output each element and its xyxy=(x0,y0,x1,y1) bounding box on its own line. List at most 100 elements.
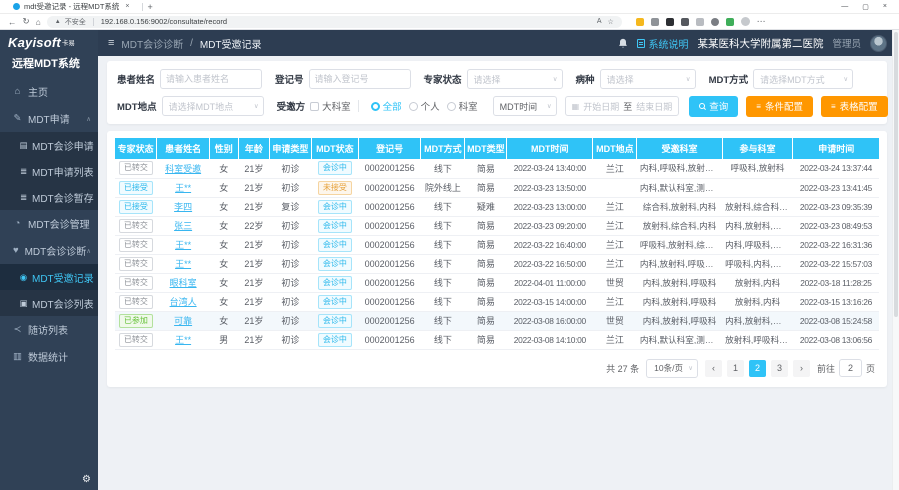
sidebar-subitem[interactable]: ▤MDT会诊申请 xyxy=(0,132,98,158)
new-tab-button[interactable]: + xyxy=(148,2,153,12)
sidebar-subitem[interactable]: ≣MDT申请列表 xyxy=(0,158,98,184)
tab-close-icon[interactable]: × xyxy=(125,3,129,10)
patient-name-link[interactable]: 王** xyxy=(175,335,191,345)
table-cell: 已转交 xyxy=(115,216,157,235)
table-cell: 0002001256 xyxy=(358,330,420,349)
mdt-location-select[interactable]: 请选择MDT地点 ∨ xyxy=(162,96,264,116)
patient-name-link[interactable]: 台湾人 xyxy=(170,297,197,307)
column-header: MDT方式 xyxy=(421,138,465,159)
extension-icon[interactable] xyxy=(636,18,644,26)
sidebar-item[interactable]: ✎MDT申请∧ xyxy=(0,105,98,132)
table-cell: 放射科,内科 xyxy=(722,273,793,292)
radio-all-label[interactable]: 全部 xyxy=(383,99,402,113)
page-button-3[interactable]: 3 xyxy=(771,360,788,377)
page-size-select[interactable]: 10条/页 ∨ xyxy=(646,359,698,378)
goto-page-input[interactable] xyxy=(839,359,862,377)
page-button-2[interactable]: 2 xyxy=(749,360,766,377)
address-input[interactable]: ▲ 不安全 192.168.0.156:9002/consultate/reco… xyxy=(47,16,622,28)
window-close-button[interactable]: × xyxy=(883,3,887,11)
patient-name-link[interactable]: 王** xyxy=(175,259,191,269)
patient-name-link[interactable]: 王** xyxy=(175,240,191,250)
radio-person-label[interactable]: 个人 xyxy=(421,99,440,113)
patient-name-link[interactable]: 李四 xyxy=(174,202,192,212)
refresh-button[interactable]: ↻ xyxy=(23,16,30,27)
radio-all[interactable] xyxy=(371,102,380,111)
search-button[interactable]: 查询 xyxy=(689,96,738,117)
table-cell: 科室受邀 xyxy=(157,159,210,178)
system-help-link[interactable]: 系统说明 xyxy=(637,36,688,51)
patient-name-link[interactable]: 眼科室 xyxy=(170,278,197,288)
read-aloud-icon[interactable]: A xyxy=(597,18,602,25)
avatar[interactable] xyxy=(870,35,887,52)
table-row[interactable]: 已转交眼科室女21岁初诊会诊中0002001256线下简易2022-04-01 … xyxy=(115,273,879,292)
table-row[interactable]: 已转交张三女22岁初诊会诊中0002001256线下简易2022-03-23 0… xyxy=(115,216,879,235)
mdt-mode-select[interactable]: 请选择MDT方式 ∨ xyxy=(753,69,853,89)
date-range-input[interactable]: ▦ 开始日期 至 结束日期 xyxy=(565,96,680,116)
prev-page-button[interactable]: ‹ xyxy=(705,360,722,377)
sidebar-subitem[interactable]: ▣MDT会诊列表 xyxy=(0,290,98,316)
hospital-name: 某某医科大学附属第二医院 xyxy=(697,36,823,51)
time-field-select[interactable]: MDT时间 ∨ xyxy=(493,96,557,116)
window-maximize-button[interactable]: ▢ xyxy=(862,3,869,11)
home-button[interactable]: ⌂ xyxy=(36,17,41,27)
table-row[interactable]: 已参加可靠女21岁初诊会诊中0002001256线下简易2022-03-08 1… xyxy=(115,311,879,330)
sidebar-item[interactable]: ♥MDT会诊诊断∧ xyxy=(0,237,98,264)
table-config-button[interactable]: ≡ 表格配置 xyxy=(821,96,888,117)
patient-name-link[interactable]: 王** xyxy=(175,183,191,193)
patient-name-link[interactable]: 科室受邀 xyxy=(165,164,201,174)
patient-name-link[interactable]: 张三 xyxy=(174,221,192,231)
table-cell: 兰江 xyxy=(593,254,637,273)
breadcrumb-separator: / xyxy=(190,38,193,49)
table-row[interactable]: 已转交王**男21岁初诊会诊中0002001256线下简易2022-03-08 … xyxy=(115,330,879,349)
next-page-button[interactable]: › xyxy=(793,360,810,377)
extension-icon[interactable] xyxy=(681,18,689,26)
sidebar-subitem[interactable]: ◉MDT受邀记录 xyxy=(0,264,98,290)
table-cell: 21岁 xyxy=(238,292,269,311)
table-row[interactable]: 已转交王**女21岁初诊会诊中0002001256线下简易2022-03-22 … xyxy=(115,254,879,273)
table-cell: 内科,放射科,综合科 xyxy=(722,216,793,235)
sidebar-subitem[interactable]: ≣MDT会诊暂存 xyxy=(0,184,98,210)
big-department-checkbox[interactable] xyxy=(310,102,319,111)
page-button-1[interactable]: 1 xyxy=(727,360,744,377)
big-department-label[interactable]: 大科室 xyxy=(322,99,351,113)
bell-icon[interactable] xyxy=(618,38,628,49)
browser-menu-icon[interactable]: ⋯ xyxy=(757,16,766,27)
extension-icon[interactable] xyxy=(651,18,659,26)
patient-name-input[interactable] xyxy=(160,69,262,89)
favorite-star-icon[interactable]: ☆ xyxy=(607,18,613,26)
back-button[interactable]: ← xyxy=(8,17,17,27)
column-header: MDT地点 xyxy=(593,138,637,159)
sidebar-item[interactable]: ▥数据统计 xyxy=(0,343,98,370)
table-row[interactable]: 已接受王**女21岁初诊未接受0002001256院外线上简易2022-03-2… xyxy=(115,178,879,197)
disease-select[interactable]: 请选择 ∨ xyxy=(600,69,696,89)
register-no-input[interactable] xyxy=(309,69,411,89)
scrollbar-thumb[interactable] xyxy=(894,32,898,317)
extension-icon[interactable] xyxy=(666,18,674,26)
table-row[interactable]: 已转交科室受邀女21岁初诊会诊中0002001256线下简易2022-03-24… xyxy=(115,159,879,178)
mdt-location-label: MDT地点 xyxy=(117,99,157,113)
sidebar-item[interactable]: ⌂主页 xyxy=(0,78,98,105)
sidebar-item-label: 主页 xyxy=(28,84,48,99)
extension-icon[interactable] xyxy=(711,18,719,26)
column-header: 申请时间 xyxy=(793,138,879,159)
browser-tab[interactable]: mdt受邀记录 - 远程MDT系统 × xyxy=(6,1,137,13)
table-row[interactable]: 已接受李四女21岁复诊会诊中0002001256线下疑难2022-03-23 1… xyxy=(115,197,879,216)
extension-icon[interactable] xyxy=(696,18,704,26)
table-row[interactable]: 已转交王**女21岁初诊会诊中0002001256线下简易2022-03-22 … xyxy=(115,235,879,254)
extension-icon[interactable] xyxy=(726,18,734,26)
radio-department-label[interactable]: 科室 xyxy=(459,99,478,113)
patient-name-link[interactable]: 可靠 xyxy=(174,316,192,326)
window-minimize-button[interactable]: — xyxy=(841,3,848,11)
page-scrollbar[interactable] xyxy=(892,30,899,490)
collapse-menu-icon[interactable]: ≡ xyxy=(108,37,114,49)
gear-icon[interactable]: ⚙ xyxy=(82,474,91,485)
radio-department[interactable] xyxy=(447,102,456,111)
breadcrumb-parent[interactable]: MDT会诊诊断 xyxy=(121,36,183,51)
sidebar-item[interactable]: ◔MDT会诊管理 xyxy=(0,210,98,237)
sidebar-item[interactable]: ≺随访列表 xyxy=(0,316,98,343)
condition-config-button[interactable]: ≡ 条件配置 xyxy=(746,96,813,117)
browser-profile-icon[interactable] xyxy=(741,17,750,26)
radio-person[interactable] xyxy=(409,102,418,111)
table-row[interactable]: 已转交台湾人女21岁初诊会诊中0002001256线下简易2022-03-15 … xyxy=(115,292,879,311)
expert-status-select[interactable]: 请选择 ∨ xyxy=(467,69,563,89)
